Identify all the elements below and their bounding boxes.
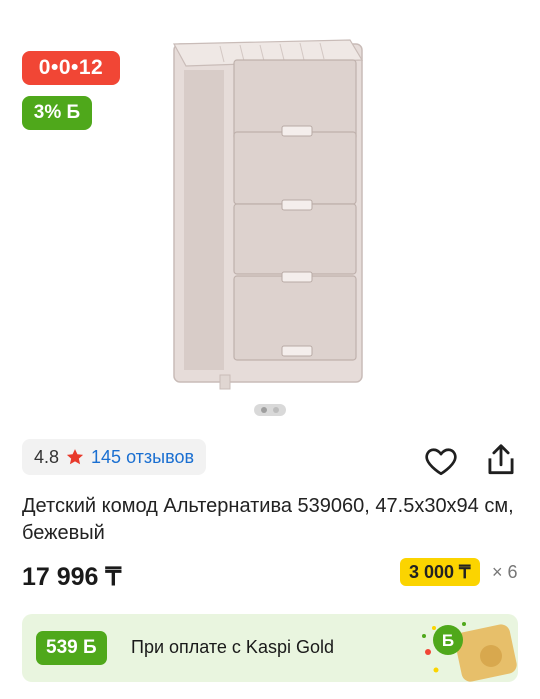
- kaspi-gold-banner[interactable]: 539 Б При оплате с Kaspi Gold Б: [22, 614, 518, 682]
- kaspi-gold-card-icon: Б: [422, 622, 517, 682]
- product-price: 17 996 ₸: [22, 563, 122, 591]
- svg-text:Б: Б: [442, 631, 454, 650]
- star-icon: [66, 449, 84, 465]
- rating-chip[interactable]: 4.8 145 отзывов: [22, 439, 207, 475]
- pager-dot[interactable]: [273, 407, 279, 413]
- monthly-payment-badge[interactable]: 3 000 ₸: [400, 558, 480, 586]
- share-icon[interactable]: [482, 441, 520, 479]
- reviews-link[interactable]: 145 отзывов: [91, 447, 194, 468]
- product-image[interactable]: [160, 30, 380, 390]
- rating-value: 4.8: [34, 446, 60, 467]
- gold-banner-text: При оплате с Kaspi Gold: [131, 637, 334, 657]
- installment-badge: 0•0•12: [22, 51, 120, 85]
- gold-bonus-pill: 539 Б: [36, 631, 107, 665]
- gallery-pager[interactable]: [254, 404, 286, 416]
- bonus-badge: 3% Б: [22, 96, 92, 130]
- product-gallery[interactable]: 0•0•12 3% Б: [0, 0, 540, 430]
- pager-dot-active[interactable]: [261, 407, 267, 413]
- installment-months: × 6: [492, 562, 518, 582]
- heart-icon[interactable]: [423, 443, 459, 479]
- product-title: Детский комод Альтернатива 539060, 47.5x…: [22, 495, 514, 544]
